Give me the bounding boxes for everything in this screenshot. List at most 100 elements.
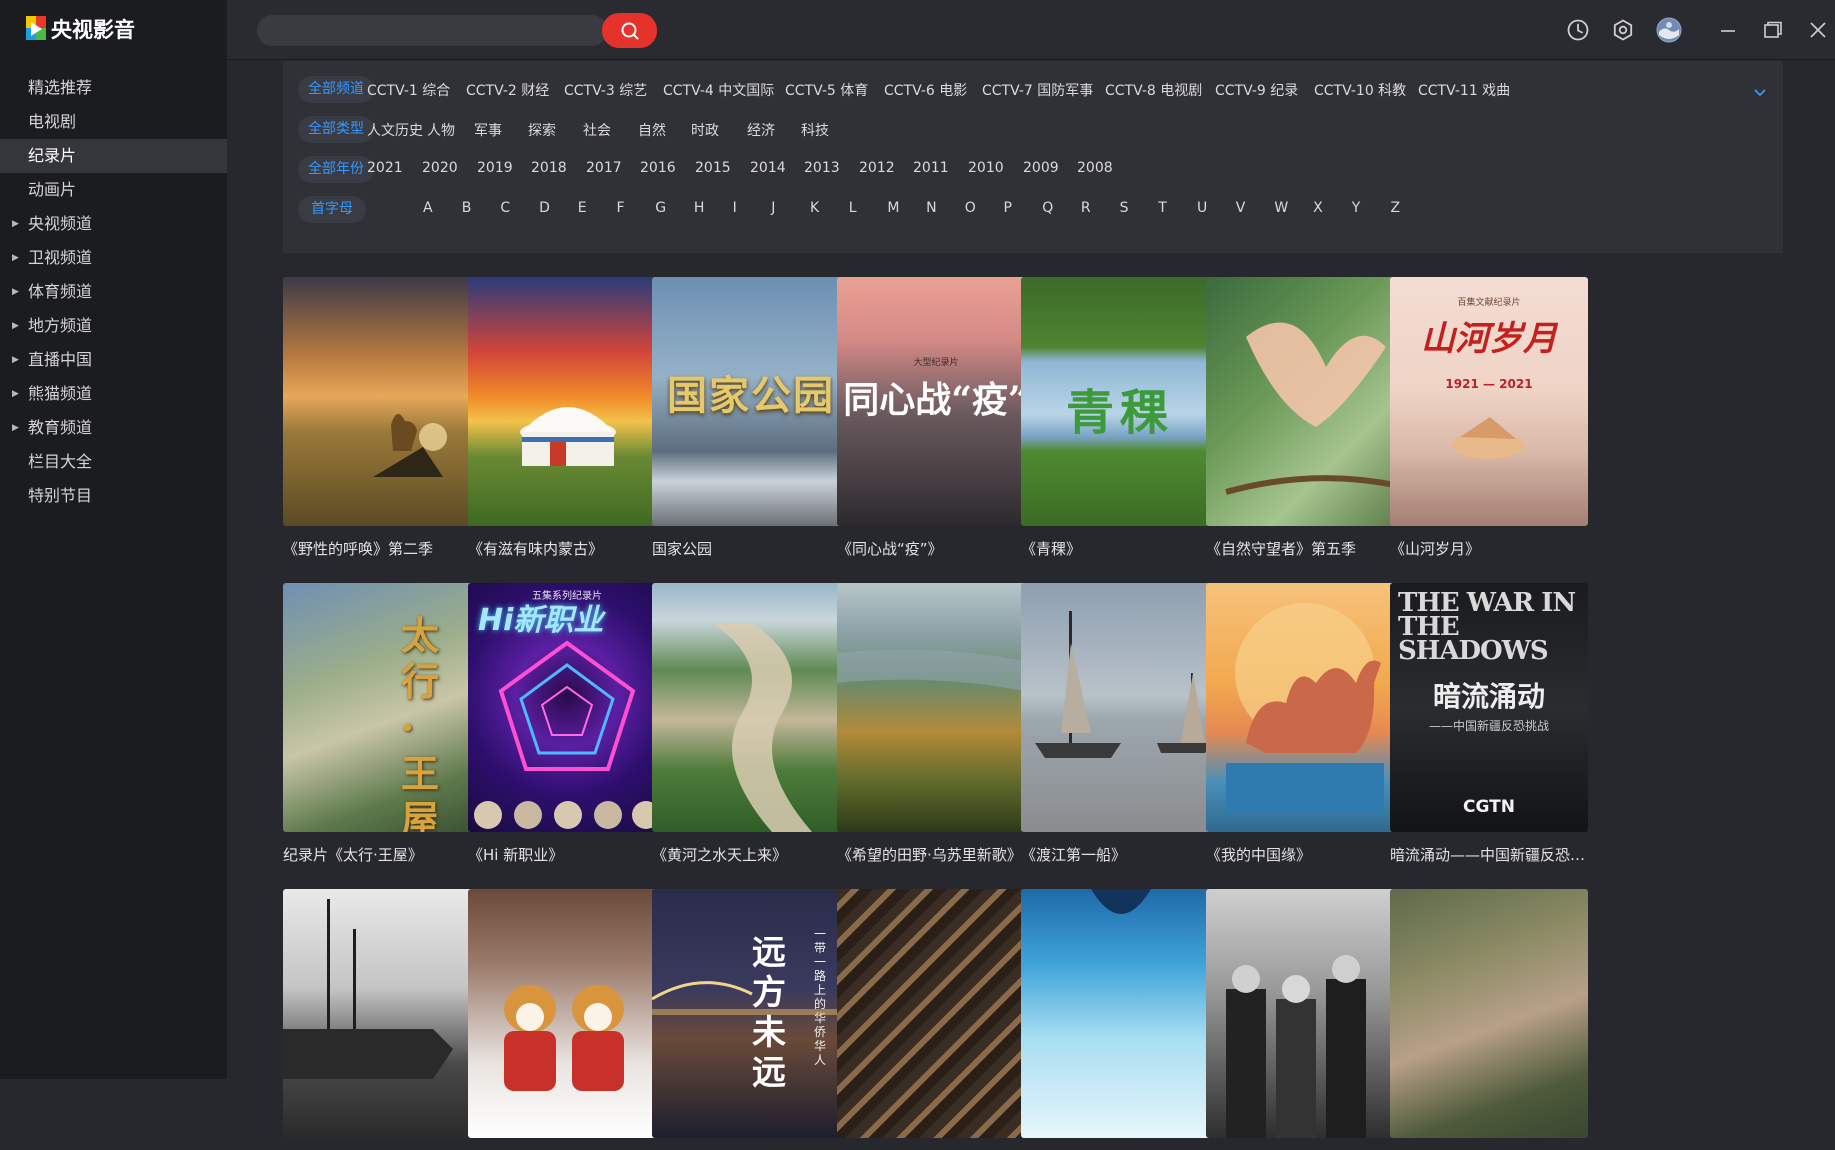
card-title[interactable]: 《我的中国缘》	[1206, 844, 1404, 865]
type-filter-option[interactable]: 社会	[583, 120, 611, 140]
card-title[interactable]: 《自然守望者》第五季	[1206, 538, 1404, 559]
search-button[interactable]	[602, 13, 657, 48]
documentary-card[interactable]: 百集文献纪录片 山河岁月 1921 — 2021 《山河岁月》	[1390, 277, 1588, 559]
letter-filter-option[interactable]: Y	[1352, 200, 1361, 216]
type-filter-option[interactable]: 经济	[747, 120, 775, 140]
year-filter-option[interactable]: 2010	[968, 160, 1004, 176]
poster-image[interactable]	[468, 889, 666, 1138]
sidebar-item[interactable]: 精选推荐	[0, 71, 227, 105]
sidebar-item[interactable]: 栏目大全	[0, 445, 227, 479]
sidebar-item[interactable]: ▶ 教育频道	[0, 411, 227, 445]
type-filter-option[interactable]: 人文历史	[367, 120, 423, 140]
all-channels-pill[interactable]: 全部频道	[298, 76, 374, 103]
documentary-card[interactable]: 《黄河之水天上来》	[652, 583, 850, 865]
card-title[interactable]: 《希望的田野·乌苏里新歌》	[837, 844, 1035, 865]
channel-filter-option[interactable]: CCTV-11 戏曲	[1418, 80, 1510, 100]
documentary-card[interactable]: 五集系列纪录片 Hi新职业 《Hi 新职业》	[468, 583, 666, 865]
letter-filter-option[interactable]: V	[1236, 200, 1246, 216]
letter-filter-option[interactable]: R	[1081, 200, 1091, 216]
poster-image[interactable]	[283, 277, 481, 526]
close-button[interactable]	[1803, 15, 1833, 45]
channel-filter-option[interactable]: CCTV-6 电影	[884, 80, 967, 100]
letter-filter-option[interactable]: C	[500, 200, 510, 216]
year-filter-option[interactable]: 2014	[750, 160, 786, 176]
sidebar-item[interactable]: 特别节目	[0, 479, 227, 513]
poster-image[interactable]	[652, 583, 850, 832]
documentary-card[interactable]: 青稞 《青稞》	[1021, 277, 1219, 559]
poster-image[interactable]: 大型纪录片 同心战“疫”	[837, 277, 1035, 526]
year-filter-option[interactable]: 2011	[913, 160, 949, 176]
type-filter-option[interactable]: 人物	[427, 120, 455, 140]
poster-image[interactable]	[837, 583, 1035, 832]
poster-image[interactable]	[1206, 889, 1404, 1138]
documentary-card[interactable]: 《渡江第一船》	[1021, 583, 1219, 865]
channel-filter-option[interactable]: CCTV-1 综合	[367, 80, 450, 100]
year-filter-option[interactable]: 2021	[367, 160, 403, 176]
poster-image[interactable]: 青稞	[1021, 277, 1219, 526]
poster-image[interactable]	[837, 889, 1035, 1138]
all-years-pill[interactable]: 全部年份	[298, 156, 374, 183]
poster-image[interactable]: 一带一路上的华侨华人 远方未远	[652, 889, 850, 1138]
year-filter-option[interactable]: 2012	[859, 160, 895, 176]
documentary-card[interactable]	[1390, 889, 1588, 1150]
minimize-button[interactable]	[1713, 15, 1743, 45]
poster-image[interactable]	[1021, 889, 1219, 1138]
poster-image[interactable]	[1206, 583, 1404, 832]
documentary-card[interactable]	[468, 889, 666, 1150]
user-avatar-button[interactable]	[1654, 15, 1684, 45]
sidebar-item[interactable]: ▶ 直播中国	[0, 343, 227, 377]
channel-filter-option[interactable]: CCTV-5 体育	[785, 80, 868, 100]
year-filter-option[interactable]: 2017	[586, 160, 622, 176]
letter-filter-option[interactable]: G	[655, 200, 666, 216]
letter-filter-option[interactable]: W	[1274, 200, 1288, 216]
card-title[interactable]: 《同心战“疫”》	[837, 538, 1035, 559]
year-filter-option[interactable]: 2019	[477, 160, 513, 176]
poster-image[interactable]: 太行·王屋	[283, 583, 481, 832]
documentary-card[interactable]	[1021, 889, 1219, 1150]
poster-image[interactable]: THE WAR IN THE SHADOWS 暗流涌动 ——中国新疆反恐挑战 CGTN	[1390, 583, 1588, 832]
card-title[interactable]: 暗流涌动——中国新疆反恐挑战	[1390, 844, 1588, 865]
letter-filter-option[interactable]: H	[694, 200, 705, 216]
sidebar-item[interactable]: ▶ 地方频道	[0, 309, 227, 343]
year-filter-option[interactable]: 2015	[695, 160, 731, 176]
documentary-card[interactable]: 《希望的田野·乌苏里新歌》	[837, 583, 1035, 865]
card-title[interactable]: 《黄河之水天上来》	[652, 844, 850, 865]
documentary-card[interactable]: THE WAR IN THE SHADOWS 暗流涌动 ——中国新疆反恐挑战 CGTN…	[1390, 583, 1588, 865]
letter-filter-option[interactable]: N	[926, 200, 936, 216]
letter-filter-option[interactable]: D	[539, 200, 550, 216]
documentary-card[interactable]	[1206, 889, 1404, 1150]
expand-filters-button[interactable]	[1753, 83, 1767, 102]
type-filter-option[interactable]: 探索	[528, 120, 556, 140]
card-title[interactable]: 国家公园	[652, 538, 850, 559]
channel-filter-option[interactable]: CCTV-9 纪录	[1215, 80, 1298, 100]
letter-filter-option[interactable]: I	[733, 200, 737, 216]
poster-image[interactable]	[1390, 889, 1588, 1138]
poster-image[interactable]	[283, 889, 481, 1138]
documentary-card[interactable]: 国家公园 国家公园	[652, 277, 850, 559]
letter-filter-option[interactable]: A	[423, 200, 433, 216]
year-filter-option[interactable]: 2008	[1077, 160, 1113, 176]
restore-window-button[interactable]	[1758, 15, 1788, 45]
documentary-card[interactable]: 《我的中国缘》	[1206, 583, 1404, 865]
sidebar-item[interactable]: 纪录片	[0, 139, 227, 173]
letter-filter-option[interactable]: Q	[1042, 200, 1053, 216]
letter-filter-option[interactable]: Z	[1391, 200, 1401, 216]
search-input[interactable]	[257, 15, 607, 46]
year-filter-option[interactable]: 2009	[1023, 160, 1059, 176]
settings-button[interactable]	[1608, 15, 1638, 45]
letter-filter-option[interactable]: F	[617, 200, 625, 216]
letter-filter-option[interactable]: S	[1120, 200, 1129, 216]
sidebar-item[interactable]: ▶ 卫视频道	[0, 241, 227, 275]
type-filter-option[interactable]: 科技	[801, 120, 829, 140]
sidebar-item[interactable]: 电视剧	[0, 105, 227, 139]
sidebar-item[interactable]: ▶ 体育频道	[0, 275, 227, 309]
poster-image[interactable]: 百集文献纪录片 山河岁月 1921 — 2021	[1390, 277, 1588, 526]
all-types-pill[interactable]: 全部类型	[298, 116, 374, 143]
type-filter-option[interactable]: 时政	[691, 120, 719, 140]
card-title[interactable]: 《野性的呼唤》第二季	[283, 538, 481, 559]
poster-image[interactable]	[468, 277, 666, 526]
documentary-card[interactable]	[283, 889, 481, 1150]
card-title[interactable]: 《Hi 新职业》	[468, 844, 666, 865]
letter-filter-option[interactable]: E	[578, 200, 587, 216]
letter-filter-option[interactable]: T	[1158, 200, 1167, 216]
